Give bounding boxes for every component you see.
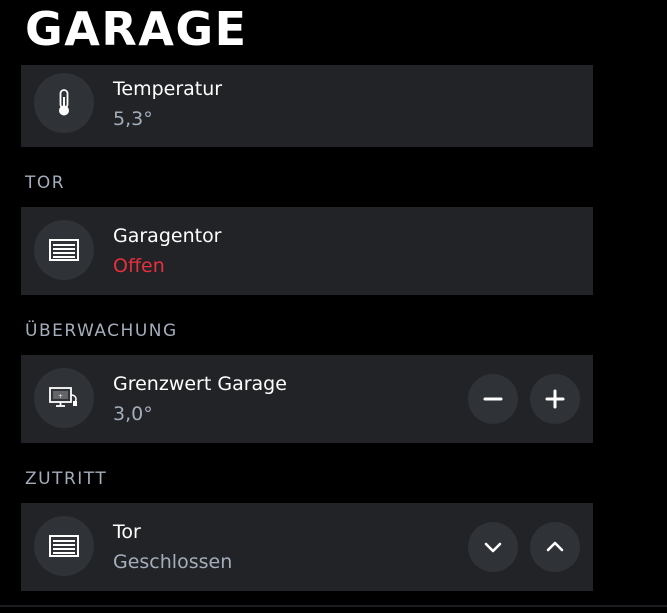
temperature-card[interactable]: Temperatur 5,3° (21, 65, 593, 147)
threshold-title: Grenzwert Garage (113, 373, 287, 395)
section-label-zutritt: ZUTRITT (25, 469, 108, 489)
garage-door-icon (34, 220, 94, 280)
close-gate-button[interactable] (468, 522, 518, 572)
open-gate-button[interactable] (530, 522, 580, 572)
threshold-card[interactable]: + Grenzwert Garage 3,0° (21, 355, 593, 443)
garage-door-card[interactable]: Garagentor Offen (21, 207, 593, 295)
chevron-down-icon (484, 542, 502, 553)
gate-card[interactable]: Tor Geschlossen (21, 503, 593, 591)
bottom-divider (0, 605, 667, 607)
garage-door-icon (34, 516, 94, 576)
minus-icon (483, 397, 503, 401)
garage-door-status: Offen (113, 255, 165, 277)
chevron-up-icon (546, 541, 564, 552)
garage-door-title: Garagentor (113, 225, 222, 247)
gate-status: Geschlossen (113, 551, 233, 573)
threshold-value: 3,0° (113, 403, 153, 425)
page-title: GARAGE (25, 2, 248, 56)
gate-title: Tor (113, 521, 141, 543)
section-label-ueberwachung: ÜBERWACHUNG (25, 321, 178, 341)
monitor-plug-icon: + (34, 368, 94, 428)
temperature-title: Temperatur (113, 78, 223, 100)
svg-text:+: + (58, 393, 63, 400)
temperature-value: 5,3° (113, 108, 153, 130)
decrease-button[interactable] (468, 374, 518, 424)
plus-icon (545, 389, 565, 409)
thermometer-icon (34, 73, 94, 133)
section-label-tor: TOR (25, 173, 66, 193)
increase-button[interactable] (530, 374, 580, 424)
